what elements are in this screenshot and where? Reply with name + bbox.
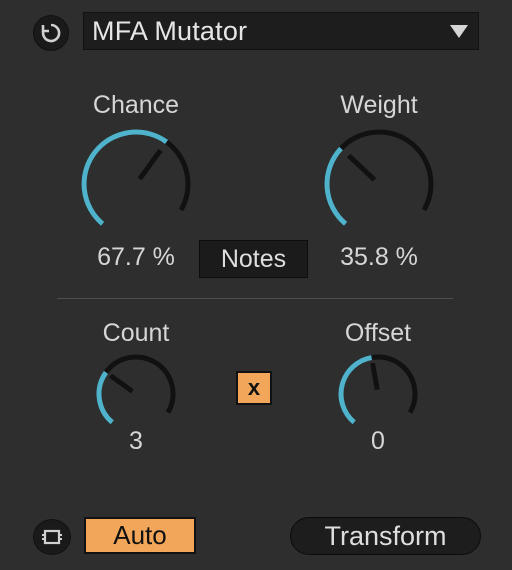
knob-weight[interactable] xyxy=(319,126,439,236)
knob-track xyxy=(324,129,434,226)
knob-label-chance: Chance xyxy=(92,91,180,119)
knob-label-offset: Offset xyxy=(344,319,412,347)
device-power-button[interactable] xyxy=(33,519,71,555)
section-divider xyxy=(57,298,453,299)
reset-icon xyxy=(41,23,61,43)
knob-track xyxy=(96,354,176,425)
knob-value-arc xyxy=(338,355,373,425)
knob-pointer xyxy=(137,148,163,181)
knob-value-count: 3 xyxy=(129,427,143,455)
knob-value-weight: 35.8 % xyxy=(340,243,418,271)
mfa-mutator-device: MFA Mutator Chance 67.7 % Weight 35.8 % … xyxy=(0,0,512,570)
x-toggle-button[interactable]: x xyxy=(236,371,272,405)
knob-count[interactable] xyxy=(90,352,182,436)
notes-button[interactable]: Notes xyxy=(199,240,308,278)
knob-value-arc xyxy=(81,129,169,226)
reset-button[interactable] xyxy=(33,15,69,51)
preset-selector[interactable]: MFA Mutator xyxy=(83,12,479,50)
transform-button[interactable]: Transform xyxy=(290,517,481,555)
knob-value-arc xyxy=(96,370,114,425)
preset-name: MFA Mutator xyxy=(92,15,248,46)
knob-value-chance: 67.7 % xyxy=(97,243,175,271)
knob-label-weight: Weight xyxy=(340,91,418,119)
knob-pointer xyxy=(370,362,380,391)
knob-value-arc xyxy=(324,146,348,226)
knob-offset[interactable] xyxy=(332,352,424,436)
auto-button[interactable]: Auto xyxy=(84,517,196,554)
knob-chance[interactable] xyxy=(76,126,196,236)
device-icon xyxy=(42,529,62,545)
knob-value-offset: 0 xyxy=(371,427,385,455)
knob-label-count: Count xyxy=(102,319,170,347)
chevron-down-icon xyxy=(450,25,468,38)
knob-pointer xyxy=(346,153,377,182)
knob-pointer xyxy=(109,373,134,394)
